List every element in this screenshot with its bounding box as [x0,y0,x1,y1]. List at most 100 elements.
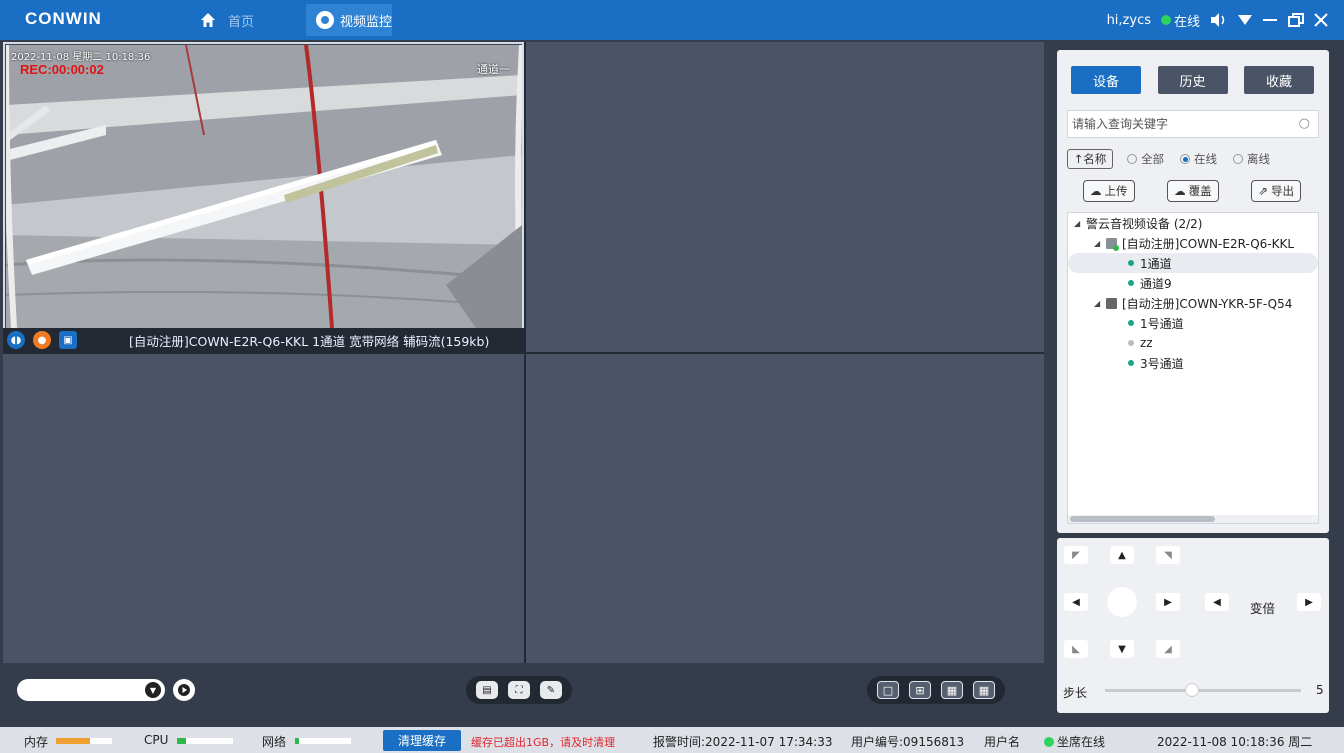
channel-label: 1通道 [1140,256,1172,271]
user-greeting: hi,zycs [1106,12,1151,28]
chevron-down-icon: ▼ [145,682,161,698]
search-icon[interactable]: ○ [1299,116,1310,131]
cloud-overwrite-icon: ☁ [1174,184,1186,198]
filter-online[interactable]: 在线 [1180,151,1217,167]
ptz-down-left-button[interactable]: ◣ [1064,640,1088,658]
network-label: 网络 [262,735,287,749]
seat-status: 坐席在线 [1044,733,1105,750]
expand-icon: ◢ [1094,298,1101,308]
channel-online-icon [1128,360,1134,366]
memory-label: 内存 [24,735,49,749]
ptz-up-left-button[interactable]: ◤ [1064,546,1088,564]
fullscreen-button[interactable]: ⛶ [508,681,530,699]
device-tree: ◢ 警云音视频设备 (2/2) ◢ [自动注册]COWN-E2R-Q6-KKL 1通… [1067,212,1319,524]
video-cell-3[interactable] [3,354,524,663]
video-cell-2[interactable] [526,42,1044,352]
dropdown-menu-icon[interactable] [1238,15,1252,25]
tree-root-label: 警云音视频设备 (2/2) [1086,216,1203,231]
device-2-label: [自动注册]COWN-YKR-5F-Q54 [1122,296,1293,311]
nav-home[interactable]: 首页 [198,0,278,40]
user-status: 在线 [1173,14,1200,30]
network-meter [295,738,351,744]
volume-icon[interactable] [1210,13,1228,27]
ptz-down-button[interactable]: ▼ [1110,640,1134,658]
tree-device-1[interactable]: ◢ [自动注册]COWN-E2R-Q6-KKL [1094,233,1294,253]
ptz-up-button[interactable]: ▲ [1110,546,1134,564]
filter-offline[interactable]: 离线 [1233,151,1270,167]
layout-4-button[interactable]: ⊞ [909,681,931,699]
close-icon[interactable] [1314,13,1328,27]
step-slider-handle[interactable] [1185,683,1199,697]
zoom-in-button[interactable]: ▶ [1297,593,1321,611]
cache-warning: 缓存已超出1GB，请及时清理 [471,736,616,749]
zoom-out-button[interactable]: ◀ [1205,593,1229,611]
nav-home-label: 首页 [228,14,255,30]
video-cell-1[interactable]: 2022-11-08 星期二 10:18:36 REC:00:00:02 通道一… [3,42,524,352]
tree-channel-2-1[interactable]: 1号通道 [1128,313,1184,333]
video-cell-toolbar: ◖◗ ● ▣ [自动注册]COWN-E2R-Q6-KKL 1通道 宽带网络 辅码… [3,328,524,352]
restore-icon[interactable] [1288,13,1304,27]
save-record-button[interactable]: ▤ [476,681,498,699]
play-button[interactable] [173,679,195,701]
tree-channel-2-2[interactable]: zz [1128,333,1153,353]
microphone-icon[interactable]: ● [33,331,51,349]
minimize-icon[interactable] [1262,13,1278,27]
tree-device-2[interactable]: ◢ [自动注册]COWN-YKR-5F-Q54 [1094,293,1292,313]
sort-by-name-button[interactable]: ↑名称 [1067,149,1113,169]
step-slider[interactable] [1105,689,1301,692]
channel-online-icon [1128,280,1134,286]
tab-history[interactable]: 历史 [1157,66,1228,94]
tree-channel-2-3[interactable]: 3号通道 [1128,353,1184,373]
step-value: 5 [1316,683,1324,697]
tab-devices[interactable]: 设备 [1071,66,1141,94]
channel-online-icon [1128,260,1134,266]
filter-online-label: 在线 [1194,152,1217,166]
ptz-center-button[interactable] [1107,587,1137,617]
clear-cache-button[interactable]: 清理缓存 [383,730,461,751]
channel-label: zz [1140,336,1153,350]
online-status-icon [1160,15,1171,25]
layout-16-button[interactable]: ▦ [973,681,995,699]
tree-channel-1-1[interactable]: 1通道 [1068,253,1318,273]
nav-video-monitor[interactable]: 视频监控 [306,4,392,36]
ptz-down-right-button[interactable]: ◢ [1156,640,1180,658]
status-bar: 内存 CPU 网络 清理缓存 缓存已超出1GB，请及时清理 报警时间:2022-… [0,727,1344,753]
tab-favorites[interactable]: 收藏 [1244,66,1314,94]
overwrite-button[interactable]: ☁ 覆盖 [1167,180,1219,202]
ptz-up-right-button[interactable]: ◥ [1156,546,1180,564]
upload-label: 上传 [1104,184,1128,198]
layout-9-button[interactable]: ▦ [941,681,963,699]
user-number: 用户编号:09156813 [851,735,965,749]
horizontal-scrollbar[interactable] [1068,515,1318,523]
layout-1-button[interactable]: □ [877,681,899,699]
export-button[interactable]: ⇗ 导出 [1251,180,1301,202]
video-grid: 2022-11-08 星期二 10:18:36 REC:00:00:02 通道一… [3,42,1044,663]
ceiling-scene-image [6,45,522,328]
ptz-left-button[interactable]: ◀ [1064,593,1088,611]
upload-button[interactable]: ☁ 上传 [1083,180,1135,202]
expand-icon: ◢ [1074,218,1081,228]
video-caption: [自动注册]COWN-E2R-Q6-KKL 1通道 宽带网络 辅码流(159kb… [129,333,490,349]
channel-label: 通道9 [1140,276,1172,291]
search-input[interactable] [1072,117,1282,131]
tools-button[interactable]: ✎ [540,681,562,699]
title-bar: CONWIN 首页 视频监控 hi,zycs 在线 [0,0,1344,40]
playback-controls: ▼ ▤ ⛶ ✎ □ ⊞ ▦ ▦ [3,665,1044,713]
tree-channel-1-2[interactable]: 通道9 [1128,273,1172,293]
layout-switcher: □ ⊞ ▦ ▦ [867,676,1005,704]
ptz-right-button[interactable]: ▶ [1156,593,1180,611]
seat-online-icon [1044,736,1054,747]
device-online-icon [1106,237,1119,251]
snapshot-icon[interactable]: ▣ [59,331,77,349]
video-cell-4[interactable] [526,354,1044,663]
channel-label: 3号通道 [1140,356,1184,371]
radio-icon [1127,154,1137,164]
stream-select[interactable]: ▼ [17,679,165,701]
headphone-icon[interactable]: ◖◗ [7,331,25,349]
zoom-label: 变倍 [1250,601,1276,616]
cloud-upload-icon: ☁ [1090,184,1102,198]
filter-all[interactable]: 全部 [1127,151,1164,167]
step-label: 步长 [1063,686,1088,700]
tree-root[interactable]: ◢ 警云音视频设备 (2/2) [1074,213,1203,233]
osd-channel-name: 通道一 [477,63,510,76]
